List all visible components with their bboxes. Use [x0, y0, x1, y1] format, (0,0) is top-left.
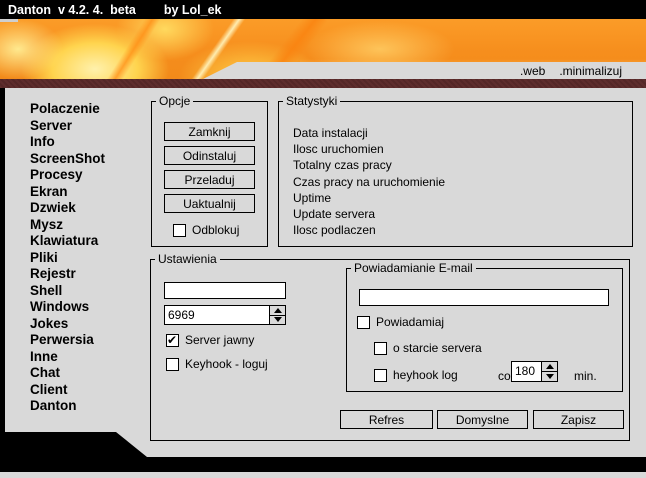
sidebar-item-perwersia[interactable]: Perwersia [30, 332, 105, 349]
statystyki-groupbox: Statystyki Data instalacji Ilosc uruchom… [278, 101, 633, 247]
port-value[interactable]: 6969 [165, 306, 269, 324]
sidebar-item-screenshot[interactable]: ScreenShot [30, 151, 105, 168]
sidebar-item-chat[interactable]: Chat [30, 365, 105, 382]
sidebar-item-rejestr[interactable]: Rejestr [30, 266, 105, 283]
sidebar-item-polaczenie[interactable]: Polaczenie [30, 101, 105, 118]
o-starcie-servera-label: o starcie servera [393, 341, 482, 355]
opcje-groupbox-label: Opcje [156, 95, 193, 108]
arrow-down-icon [546, 374, 554, 379]
heyhook-log-checkbox[interactable] [374, 369, 387, 382]
ustawienia-groupbox-label: Ustawienia [155, 253, 220, 266]
stat-uptime: Uptime [293, 190, 445, 206]
powiadamiaj-checkbox[interactable] [357, 316, 370, 329]
sidebar-item-dzwiek[interactable]: Dzwiek [30, 200, 105, 217]
stat-totalny-czas: Totalny czas pracy [293, 157, 445, 173]
sidebar-item-client[interactable]: Client [30, 382, 105, 399]
sidebar-item-pliki[interactable]: Pliki [30, 250, 105, 267]
arrow-down-icon [274, 317, 282, 322]
sidebar-item-inne[interactable]: Inne [30, 349, 105, 366]
email-input[interactable] [359, 289, 609, 306]
heyhook-log-label: heyhook log [393, 368, 458, 382]
interval-spinner: 180 [511, 361, 558, 382]
port-spinner: 6969 [164, 305, 286, 325]
left-edge-decoration [0, 88, 5, 432]
domyslne-button[interactable]: Domyslne [437, 410, 528, 429]
powiadamianie-groupbox-label: Powiadamianie E-mail [351, 262, 476, 275]
host-input[interactable] [164, 282, 286, 299]
server-jawny-checkbox-row: Server jawny [166, 333, 254, 347]
refres-button[interactable]: Refres [340, 410, 433, 429]
banner-link-strip: .web .minimalizuj [203, 62, 646, 79]
arrow-up-icon [274, 308, 282, 313]
odblokuj-label: Odblokuj [192, 223, 239, 237]
port-spin-buttons [269, 306, 285, 324]
stat-ilosc-uruchomien: Ilosc uruchomien [293, 141, 445, 157]
sidebar-item-ekran[interactable]: Ekran [30, 184, 105, 201]
sidebar-item-danton[interactable]: Danton [30, 398, 105, 415]
stat-data-instalacji: Data instalacji [293, 125, 445, 141]
stat-czas-na-uruchomienie: Czas pracy na uruchomienie [293, 174, 445, 190]
arrow-up-icon [546, 364, 554, 369]
stat-ilosc-podlaczen: Ilosc podlaczen [293, 222, 445, 238]
min-label: min. [574, 369, 597, 383]
interval-spin-buttons [541, 362, 557, 381]
stat-update-servera: Update servera [293, 206, 445, 222]
statystyki-groupbox-label: Statystyki [283, 95, 340, 108]
sidebar-item-windows[interactable]: Windows [30, 299, 105, 316]
sidebar-item-server[interactable]: Server [30, 118, 105, 135]
server-jawny-checkbox[interactable] [166, 334, 179, 347]
app-author: by Lol_ek [164, 3, 222, 17]
sidebar-menu: Polaczenie Server Info ScreenShot Proces… [30, 101, 105, 415]
maroon-divider [0, 79, 646, 88]
statystyki-list: Data instalacji Ilosc uruchomien Totalny… [293, 125, 445, 238]
banner-corner-notch [0, 19, 18, 22]
port-spin-up-button[interactable] [270, 306, 285, 316]
sidebar-item-procesy[interactable]: Procesy [30, 167, 105, 184]
interval-spin-up-button[interactable] [542, 362, 557, 372]
title-bar: Danton v 4.2. 4. beta by Lol_ek [0, 0, 646, 19]
keyhook-checkbox[interactable] [166, 358, 179, 371]
port-spin-down-button[interactable] [270, 316, 285, 325]
odblokuj-checkbox-row: Odblokuj [173, 223, 239, 237]
odblokuj-checkbox[interactable] [173, 224, 186, 237]
powiadamiaj-label: Powiadamiaj [376, 315, 444, 329]
danton-window: Danton v 4.2. 4. beta by Lol_ek .web .mi… [0, 0, 646, 478]
powiadamianie-groupbox: Powiadamianie E-mail Powiadamiaj o starc… [346, 268, 623, 392]
odinstaluj-button[interactable]: Odinstaluj [164, 146, 255, 165]
web-link[interactable]: .web [520, 64, 545, 78]
keyhook-checkbox-row: Keyhook - loguj [166, 357, 268, 371]
minimize-link[interactable]: .minimalizuj [559, 64, 622, 78]
keyhook-label: Keyhook - loguj [185, 357, 268, 371]
uaktualnij-button[interactable]: Uaktualnij [164, 194, 255, 213]
o-starcie-checkbox-row: o starcie servera [374, 341, 482, 355]
server-jawny-label: Server jawny [185, 333, 254, 347]
sidebar-item-info[interactable]: Info [30, 134, 105, 151]
opcje-groupbox: Opcje Zamknij Odinstaluj Przeladuj Uaktu… [151, 101, 268, 247]
powiadamiaj-checkbox-row: Powiadamiaj [357, 315, 444, 329]
zapisz-button[interactable]: Zapisz [533, 410, 624, 429]
przeladuj-button[interactable]: Przeladuj [164, 170, 255, 189]
sidebar-item-jokes[interactable]: Jokes [30, 316, 105, 333]
flame-streak-decoration [92, 19, 162, 79]
sidebar-item-klawiatura[interactable]: Klawiatura [30, 233, 105, 250]
sidebar-item-shell[interactable]: Shell [30, 283, 105, 300]
app-title: Danton v 4.2. 4. beta [8, 3, 136, 17]
interval-value[interactable]: 180 [512, 362, 541, 381]
interval-spin-down-button[interactable] [542, 372, 557, 381]
o-starcie-servera-checkbox[interactable] [374, 342, 387, 355]
zamknij-button[interactable]: Zamknij [164, 122, 255, 141]
heyhook-log-checkbox-row: heyhook log [374, 368, 458, 382]
sidebar-item-mysz[interactable]: Mysz [30, 217, 105, 234]
